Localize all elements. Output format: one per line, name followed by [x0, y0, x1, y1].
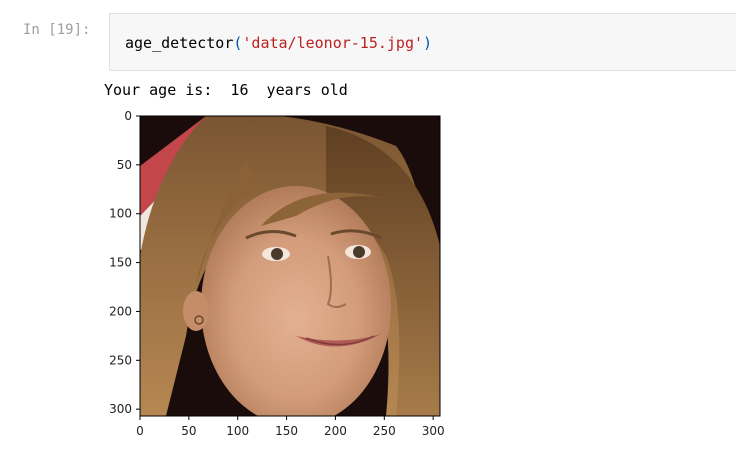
y-tick-label: 50 [117, 158, 132, 172]
x-tick-label: 200 [324, 424, 347, 438]
output-text: Your age is: 16 years old [104, 81, 348, 99]
image-plot: 0 50 100 150 200 250 300 0 50 100 150 200 250 300 [109, 109, 445, 438]
y-axis: 0 50 100 150 200 250 300 [109, 109, 140, 416]
x-tick-label: 0 [136, 424, 144, 438]
y-tick-label: 100 [109, 207, 132, 221]
x-tick-label: 100 [226, 424, 249, 438]
x-tick-label: 150 [275, 424, 298, 438]
y-tick-label: 150 [109, 256, 132, 270]
y-tick-label: 300 [109, 402, 132, 416]
code-string-argument: 'data/leonor-15.jpg' [242, 34, 424, 52]
code-line: age_detector('data/leonor-15.jpg') [125, 34, 432, 52]
code-function-name: age_detector [125, 34, 234, 52]
y-tick-label: 250 [109, 353, 132, 367]
y-tick-label: 0 [124, 109, 132, 123]
x-tick-label: 300 [422, 424, 445, 438]
x-tick-label: 250 [373, 424, 396, 438]
x-axis: 0 50 100 150 200 250 300 [136, 416, 445, 438]
code-close-paren: ) [423, 34, 433, 52]
face-photo [140, 116, 440, 416]
input-prompt: In [19]: [23, 22, 91, 38]
y-tick-label: 200 [109, 304, 132, 318]
code-input-cell[interactable]: age_detector('data/leonor-15.jpg') [109, 13, 736, 71]
x-tick-label: 50 [181, 424, 196, 438]
